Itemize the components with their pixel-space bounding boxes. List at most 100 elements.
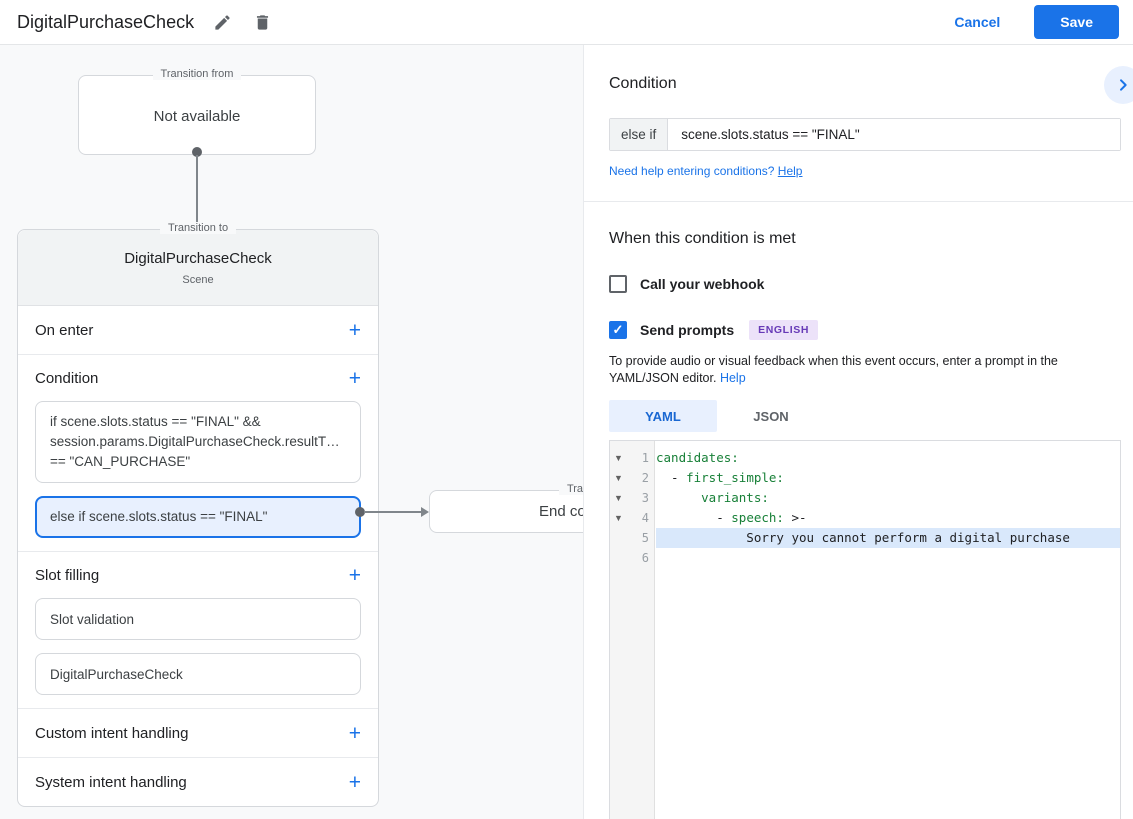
end-node-legend: Transition to: [430, 483, 583, 495]
chevron-right-icon: [1120, 79, 1127, 91]
pencil-icon: [214, 14, 230, 30]
fold-arrow-icon[interactable]: ▼: [610, 493, 627, 503]
scene-editor-page: DigitalPurchaseCheck Cancel Save Transit…: [0, 0, 1133, 819]
delete-scene-button[interactable]: [250, 10, 274, 34]
cancel-button[interactable]: Cancel: [954, 14, 1000, 30]
condition-item-selected[interactable]: else if scene.slots.status == "FINAL": [35, 496, 361, 538]
trash-icon: [256, 14, 268, 30]
connector-arrowhead-right: [421, 507, 429, 517]
yaml-key: variants:: [701, 490, 769, 505]
line-number: 5: [641, 531, 649, 545]
slot-item[interactable]: DigitalPurchaseCheck: [35, 653, 361, 695]
condition-expression-input[interactable]: [668, 119, 1120, 150]
editor-line: 6: [610, 548, 1120, 568]
transition-from-legend: Transition from: [79, 68, 315, 80]
save-button[interactable]: Save: [1034, 5, 1119, 39]
system-intent-label: System intent handling: [35, 773, 187, 791]
top-bar: DigitalPurchaseCheck Cancel Save: [0, 0, 1133, 45]
page-title: DigitalPurchaseCheck: [17, 11, 195, 32]
webhook-label: Call your webhook: [640, 276, 765, 292]
section-on-enter: On enter +: [18, 306, 378, 354]
code-line[interactable]: variants:: [656, 488, 1120, 508]
panel-divider: [584, 201, 1133, 202]
transition-from-node[interactable]: Transition from Not available: [78, 68, 316, 155]
yaml-text: [656, 490, 701, 505]
prompt-description: To provide audio or visual feedback when…: [609, 353, 1114, 387]
send-prompts-row: ✓ Send prompts ENGLISH: [609, 320, 1120, 340]
fold-arrow-icon[interactable]: ▼: [610, 453, 627, 463]
transition-to-legend: Transition to: [18, 222, 378, 234]
add-slot-button[interactable]: +: [349, 565, 361, 586]
section-condition: Condition +: [18, 355, 378, 401]
connector-line-horizontal: [364, 511, 422, 513]
yaml-code-editor[interactable]: ▼ 1 candidates: ▼ 2 - first_simple: ▼ 3 varian…: [609, 440, 1121, 819]
yaml-text: -: [656, 510, 732, 525]
slot-items: Slot validation DigitalPurchaseCheck: [18, 598, 378, 695]
custom-intent-label: Custom intent handling: [35, 724, 189, 742]
panel-title: Condition: [609, 75, 677, 92]
section-system-intent: System intent handling +: [18, 758, 378, 806]
condition-help-line: Need help entering conditions? Help: [609, 164, 1120, 178]
add-condition-button[interactable]: +: [349, 368, 361, 389]
language-badge: ENGLISH: [749, 320, 818, 340]
send-prompts-checkbox[interactable]: ✓: [609, 321, 627, 339]
yaml-text: -: [656, 470, 687, 485]
line-number: 2: [641, 471, 649, 485]
else-if-prefix: else if: [610, 119, 669, 150]
webhook-row: Call your webhook: [609, 275, 1120, 293]
transition-from-text: Not available: [153, 108, 241, 125]
end-node-text: End conversation: [539, 503, 583, 520]
section-custom-intent: Custom intent handling +: [18, 709, 378, 757]
slot-filling-label: Slot filling: [35, 566, 100, 584]
scene-graph-canvas: Transition from Not available Transition…: [0, 45, 583, 819]
condition-items: if scene.slots.status == "FINAL" && sess…: [18, 401, 378, 538]
editor-line: ▼ 4 - speech: >-: [610, 508, 1120, 528]
on-enter-label: On enter: [35, 321, 94, 339]
code-line[interactable]: [656, 548, 1120, 568]
line-number: 4: [641, 511, 649, 525]
line-number: 3: [641, 491, 649, 505]
scene-name: DigitalPurchaseCheck: [124, 250, 272, 267]
add-system-intent-button[interactable]: +: [349, 772, 361, 793]
tab-yaml[interactable]: YAML: [609, 400, 717, 432]
add-custom-intent-button[interactable]: +: [349, 723, 361, 744]
editor-lines: ▼ 1 candidates: ▼ 2 - first_simple: ▼ 3 varian…: [610, 441, 1120, 568]
condition-item[interactable]: if scene.slots.status == "FINAL" && sess…: [35, 401, 361, 483]
code-line[interactable]: Sorry you cannot perform a digital purch…: [656, 528, 1120, 548]
yaml-key: speech:: [731, 510, 784, 525]
line-number: 6: [641, 551, 649, 565]
condition-label: Condition: [35, 369, 99, 387]
fold-arrow-icon[interactable]: ▼: [610, 513, 627, 523]
help-link[interactable]: Help: [778, 164, 803, 178]
yaml-key: candidates:: [656, 450, 739, 465]
when-met-title: When this condition is met: [609, 230, 796, 247]
edit-title-button[interactable]: [210, 10, 234, 34]
add-on-enter-button[interactable]: +: [349, 320, 361, 341]
code-line[interactable]: - speech: >-: [656, 508, 1120, 528]
editor-line: ▼ 2 - first_simple:: [610, 468, 1120, 488]
collapse-panel-button[interactable]: [1104, 66, 1133, 104]
yaml-key: first_simple:: [686, 470, 784, 485]
help-text: Need help entering conditions?: [609, 164, 775, 178]
tab-json[interactable]: JSON: [717, 400, 825, 432]
condition-expression-row: else if: [609, 118, 1121, 151]
prompt-help-link[interactable]: Help: [720, 371, 746, 385]
section-slot-filling: Slot filling +: [18, 552, 378, 598]
prompt-description-text: To provide audio or visual feedback when…: [609, 354, 1058, 385]
scene-card: Transition to DigitalPurchaseCheck Scene…: [17, 222, 379, 807]
fold-arrow-icon[interactable]: ▼: [610, 473, 627, 483]
line-number: 1: [641, 451, 649, 465]
code-line[interactable]: - first_simple:: [656, 468, 1120, 488]
code-line[interactable]: candidates:: [656, 448, 1120, 468]
send-prompts-label: Send prompts: [640, 322, 735, 338]
scene-type-label: Scene: [182, 274, 214, 286]
slot-item[interactable]: Slot validation: [35, 598, 361, 640]
yaml-text: Sorry you cannot perform a digital purch…: [656, 530, 1070, 545]
end-conversation-node[interactable]: Transition to End conversation: [429, 483, 583, 533]
webhook-checkbox[interactable]: [609, 275, 627, 293]
condition-detail-panel: Condition else if Need help entering con…: [583, 45, 1133, 819]
editor-line: ▼ 1 candidates:: [610, 448, 1120, 468]
yaml-text: >-: [783, 510, 807, 525]
scene-card-header: Transition to DigitalPurchaseCheck Scene: [18, 222, 378, 306]
editor-format-tabs: YAML JSON: [609, 400, 1120, 432]
